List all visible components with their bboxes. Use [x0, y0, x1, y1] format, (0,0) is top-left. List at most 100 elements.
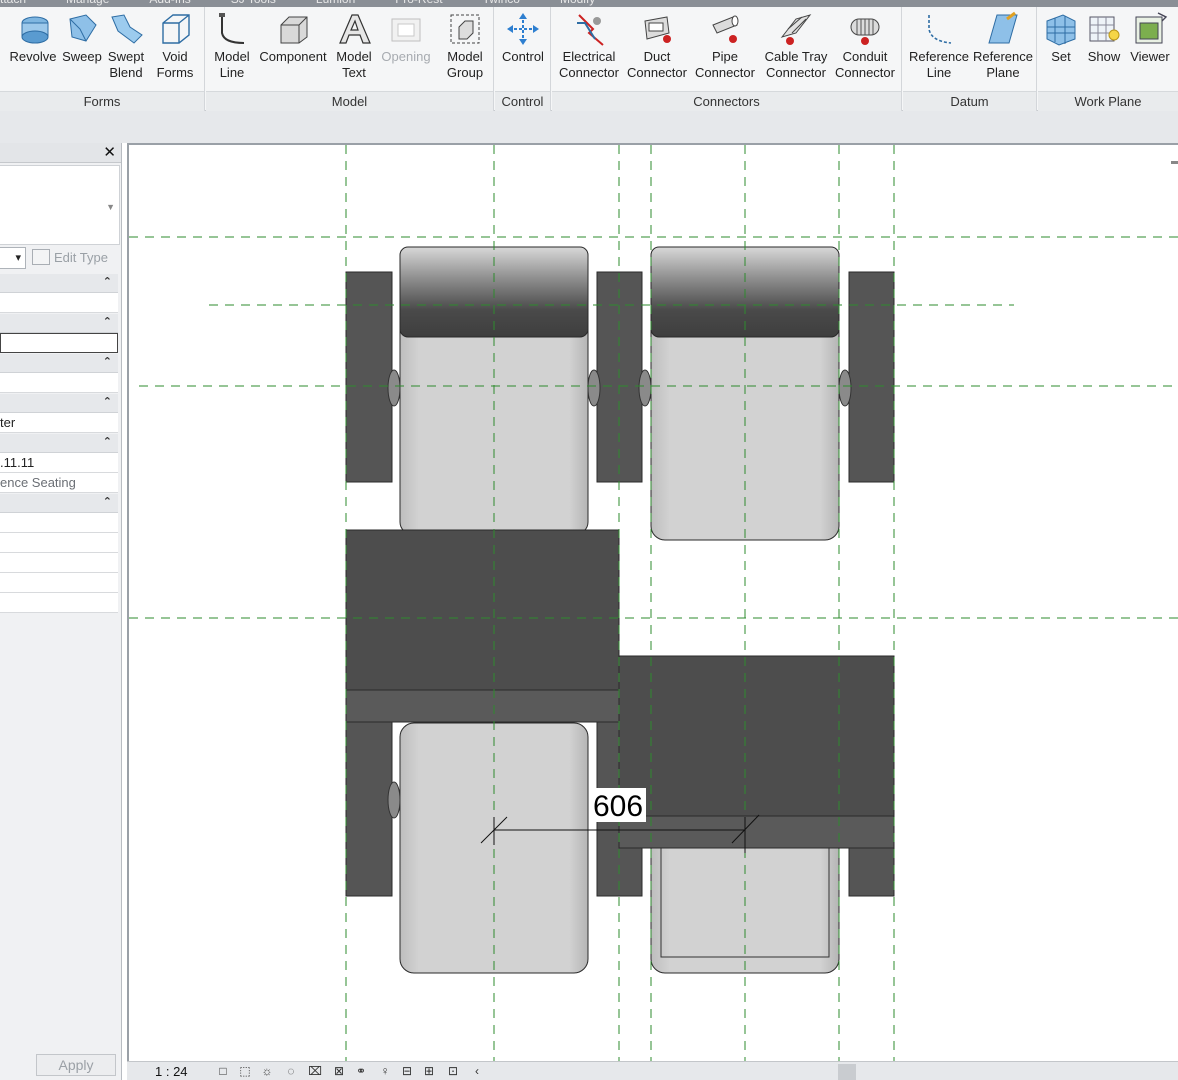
seat-lower-right[interactable] [618, 655, 895, 974]
type-selector-preview[interactable]: ▼ [0, 165, 120, 245]
collapse-icon: ⌃ [102, 396, 112, 408]
connectors-panel-title: Connectors [552, 91, 901, 111]
swept-blend-icon [111, 14, 143, 44]
edit-type-button[interactable]: Edit Type [32, 249, 108, 265]
chevron-down-icon[interactable]: ▼ [106, 202, 115, 212]
detail-level-icon[interactable]: □ [215, 1064, 231, 1078]
component-icon [280, 16, 308, 44]
dimension-value[interactable]: 606 [593, 790, 643, 823]
property-row[interactable] [0, 593, 118, 613]
show-icon [1089, 16, 1120, 42]
horizontal-scrollbar-thumb[interactable] [838, 1064, 856, 1080]
floor-plan-view[interactable]: 606 [129, 145, 1178, 1061]
connectors-panel: Electrical Connector Duct Connector Pipe… [552, 7, 902, 111]
ribbon-tab[interactable]: Manage [66, 0, 109, 6]
property-group-header[interactable]: ⌃ [0, 394, 118, 413]
ribbon-tab[interactable]: Add-Ins [149, 0, 190, 6]
model-text-button[interactable]: Model Text [332, 11, 376, 91]
property-row[interactable] [0, 293, 118, 313]
ribbon-tab[interactable]: SJ Tools [231, 0, 276, 6]
show-crop-icon[interactable]: ⊠ [331, 1064, 347, 1078]
ribbon-tab[interactable]: Modify [560, 0, 595, 6]
armrest [848, 271, 895, 483]
show-work-plane-button[interactable]: Show [1082, 11, 1126, 91]
navigation-bar-handle[interactable] [1171, 161, 1178, 164]
sun-path-icon[interactable]: ☼ [259, 1064, 275, 1078]
revolve-icon [21, 16, 49, 44]
property-row[interactable]: ter [0, 413, 118, 433]
ribbon-tab[interactable]: Twinco [483, 0, 520, 6]
scroll-left-icon[interactable]: ‹ [469, 1064, 485, 1078]
highlight-displacement-icon[interactable]: ⊞ [421, 1064, 437, 1078]
ribbon-tab[interactable]: Pro-Rest [395, 0, 442, 6]
seat-upper-right[interactable] [638, 246, 895, 541]
component-button[interactable]: Component [256, 11, 330, 91]
swept-blend-button[interactable]: Swept Blend [104, 11, 148, 91]
reference-line-button[interactable]: Reference Line [907, 11, 971, 91]
property-row[interactable]: .11.11 [0, 453, 118, 473]
visual-style-icon[interactable]: ⬚ [237, 1064, 253, 1078]
electrical-connector-icon [577, 14, 604, 46]
pipe-connector-icon [712, 15, 739, 43]
temp-hide-icon[interactable]: ⚭ [353, 1064, 369, 1078]
property-row[interactable]: ence Seating [0, 473, 118, 493]
duct-connector-button[interactable]: Duct Connector [624, 11, 690, 91]
cable-tray-connector-button[interactable]: Cable Tray Connector [760, 11, 832, 91]
forms-panel-title: Forms [0, 91, 204, 111]
work-plane-panel: Set Show Viewer Work Plane [1038, 7, 1178, 111]
property-group-header[interactable]: ⌃ [0, 354, 118, 373]
ribbon-tab[interactable]: ttach [0, 0, 26, 6]
set-work-plane-button[interactable]: Set [1040, 11, 1082, 91]
property-input-active[interactable] [0, 333, 118, 353]
opening-button[interactable]: Opening [378, 11, 434, 91]
property-group-header[interactable]: ⌃ [0, 434, 118, 453]
collapse-icon: ⌃ [102, 496, 112, 508]
options-bar [0, 111, 1178, 143]
properties-palette: ✕ ▼ ▾ Edit Type ⌃ ⌃ ⌃ ⌃ ter ⌃ .11.11 enc… [0, 143, 122, 1080]
armrest [345, 712, 393, 897]
pipe-connector-button[interactable]: Pipe Connector [692, 11, 758, 91]
crop-view-icon[interactable]: ⌧ [307, 1064, 323, 1078]
opening-icon [391, 18, 421, 42]
property-group-header[interactable]: ⌃ [0, 314, 118, 333]
datum-panel: Reference Line Reference Plane Datum [903, 7, 1037, 111]
sweep-icon [69, 14, 97, 42]
reference-plane-button[interactable]: Reference Plane [971, 11, 1035, 91]
cable-tray-connector-icon [780, 14, 812, 45]
property-row[interactable] [0, 553, 118, 573]
property-group-header[interactable]: ⌃ [0, 494, 118, 513]
close-icon[interactable]: ✕ [103, 143, 116, 163]
shadows-icon[interactable]: ◌ [283, 1064, 299, 1078]
model-group-icon [450, 14, 480, 44]
drawing-area[interactable]: 606 [127, 143, 1178, 1061]
property-row[interactable] [0, 513, 118, 533]
control-icon [507, 13, 539, 45]
void-forms-button[interactable]: Void Forms [152, 11, 198, 91]
hide-analytical-icon[interactable]: ⊟ [399, 1064, 415, 1078]
model-line-button[interactable]: Model Line [210, 11, 254, 91]
property-group-header[interactable]: ⌃ [0, 274, 118, 293]
model-panel: Model Line Component Model Text Opening … [206, 7, 494, 111]
model-text-icon [339, 14, 371, 44]
instance-filter-dropdown[interactable]: ▾ [0, 247, 26, 269]
reveal-hidden-icon[interactable]: ♀ [377, 1064, 393, 1078]
property-row[interactable] [0, 573, 118, 593]
constraints-icon[interactable]: ⊡ [445, 1064, 461, 1078]
model-group-button[interactable]: Model Group [440, 11, 490, 91]
control-button[interactable]: Control [498, 11, 548, 91]
property-row[interactable] [0, 373, 118, 393]
revolve-button[interactable]: Revolve [8, 11, 58, 91]
apply-button[interactable]: Apply [36, 1054, 116, 1076]
view-scale[interactable]: 1 : 24 [155, 1064, 188, 1079]
electrical-connector-button[interactable]: Electrical Connector [556, 11, 622, 91]
work-plane-panel-title: Work Plane [1038, 91, 1178, 111]
control-panel-title: Control [495, 91, 550, 111]
viewer-icon [1135, 12, 1168, 44]
collapse-icon: ⌃ [102, 276, 112, 288]
viewer-button[interactable]: Viewer [1126, 11, 1174, 91]
property-row[interactable] [0, 533, 118, 553]
set-icon [1046, 14, 1076, 46]
conduit-connector-button[interactable]: Conduit Connector [832, 11, 898, 91]
ribbon-tab[interactable]: Lumion [316, 0, 355, 6]
sweep-button[interactable]: Sweep [60, 11, 104, 91]
